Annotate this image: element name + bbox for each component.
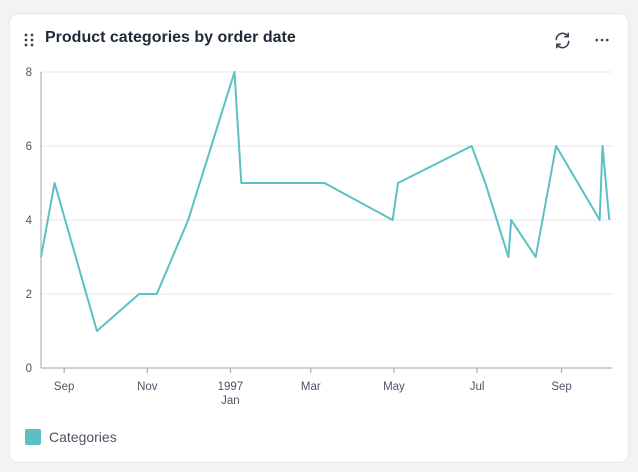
refresh-button[interactable]	[548, 26, 576, 54]
x-axis: Sep Nov 1997 Jan Mar May Jul Sep	[41, 367, 612, 407]
y-tick-label: 4	[26, 215, 33, 227]
x-tick-label: May	[383, 381, 405, 393]
series-lines	[40, 71, 611, 332]
y-tick-label: 8	[26, 67, 32, 79]
x-tick-label: Jul	[470, 381, 485, 393]
y-axis: 0 2 4 6 8	[26, 67, 42, 375]
x-tick-label: Nov	[137, 381, 158, 393]
y-tick-label: 2	[26, 289, 32, 301]
y-tick-label: 0	[26, 363, 32, 375]
x-tick-label: Sep	[54, 381, 74, 393]
x-tick-sublabel: Jan	[221, 395, 240, 407]
legend-label[interactable]: Categories	[49, 429, 117, 445]
more-options-button[interactable]	[588, 26, 616, 54]
line-chart: 0 2 4 6 8 Sep Nov 1997 Jan Mar May Jul Sep	[26, 67, 612, 407]
x-tick-label: 1997	[218, 381, 244, 393]
legend: Categories	[25, 429, 117, 445]
series-line-categories[interactable]	[40, 71, 611, 332]
y-tick-label: 6	[26, 141, 32, 153]
chart-card: Product categories by order date 0 2 4 6 8 S…	[10, 14, 628, 462]
x-tick-label: Mar	[301, 381, 321, 393]
legend-swatch[interactable]	[25, 429, 41, 445]
chart-title: Product categories by order date	[45, 29, 296, 46]
card-header: Product categories by order date	[10, 14, 628, 66]
x-tick-label: Sep	[551, 381, 571, 393]
more-horizontal-icon	[595, 38, 609, 42]
drag-handle-icon[interactable]	[23, 32, 35, 48]
refresh-icon	[555, 32, 569, 48]
